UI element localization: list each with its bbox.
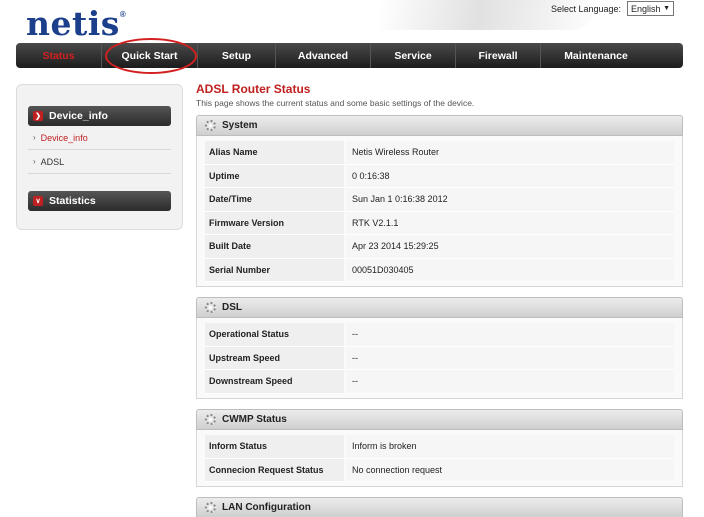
section-body: Alias Name Netis Wireless Router Uptime 0 … [196,136,683,287]
section-title: LAN Configuration [222,502,311,513]
row-label: Alias Name [205,141,344,165]
row-label: Built Date [205,235,344,259]
nav-firewall[interactable]: Firewall [456,43,541,68]
bullet-icon: › [33,157,36,166]
page-title: ADSL Router Status [196,82,311,96]
table-row: Downstream Speed -- [205,370,674,394]
sidebar-item-device-info[interactable]: › Device_info [28,126,171,150]
sidebar-item-label: ADSL [40,156,65,167]
row-value: RTK V2.1.1 [346,211,674,235]
nav-advanced[interactable]: Advanced [276,43,371,68]
section-title: CWMP Status [222,414,287,425]
section-title: System [222,120,258,131]
row-value: 00051D030405 [346,258,674,282]
table-row: Upstream Speed -- [205,346,674,370]
sidebar-item-adsl[interactable]: › ADSL [28,150,171,174]
section-system: System Alias Name Netis Wireless Router U… [196,115,683,287]
table-row: Alias Name Netis Wireless Router [205,141,674,165]
section-header: DSL [196,297,683,318]
chevron-down-icon: ∨ [33,196,43,206]
sidebar-group-statistics[interactable]: ∨ Statistics [28,191,171,211]
nav-maintenance[interactable]: Maintenance [541,43,651,68]
nav-quick-start[interactable]: Quick Start [102,43,198,68]
sidebar-group-label: Statistics [49,195,96,207]
section-header: LAN Configuration [196,497,683,517]
table-row: Date/Time Sun Jan 1 0:16:38 2012 [205,188,674,212]
sidebar-group-device-info[interactable]: ❯ Device_info [28,106,171,126]
main-content: ADSL Router Status This page shows the c… [196,82,683,108]
row-label: Operational Status [205,323,344,347]
row-label: Upstream Speed [205,346,344,370]
language-selector: Select Language: English ▼ [551,1,674,16]
section-cwmp-status: CWMP Status Inform Status Inform is broke… [196,409,683,487]
table-row: Connecion Request Status No connection re… [205,458,674,482]
row-value: Inform is broken [346,435,674,459]
chevron-right-icon: ❯ [33,111,43,121]
row-value: No connection request [346,458,674,482]
language-label: Select Language: [550,3,621,14]
chevron-down-icon: ▼ [663,5,670,12]
sidebar-group-label: Device_info [49,110,108,122]
gear-icon [205,302,216,313]
row-value: -- [346,346,674,370]
section-lan-configuration: LAN Configuration [196,497,683,517]
row-value: 0 0:16:38 [346,164,674,188]
row-label: Serial Number [205,258,344,282]
row-label: Uptime [205,164,344,188]
section-header: System [196,115,683,136]
section-body: Operational Status -- Upstream Speed -- Do… [196,318,683,399]
netis-logo: netis® [26,4,127,43]
gear-icon [205,120,216,131]
row-value: Netis Wireless Router [346,141,674,165]
sidebar-item-label: Device_info [40,132,88,143]
row-label: Inform Status [205,435,344,459]
table-row: Uptime 0 0:16:38 [205,164,674,188]
row-label: Downstream Speed [205,370,344,394]
nav-setup[interactable]: Setup [198,43,276,68]
section-body: Inform Status Inform is broken Connecion … [196,430,683,487]
language-selected-value: English [631,3,661,14]
nav-status[interactable]: Status [16,43,102,68]
gear-icon [205,502,216,513]
section-header: CWMP Status [196,409,683,430]
table-row: Built Date Apr 23 2014 15:29:25 [205,235,674,259]
row-value: Apr 23 2014 15:29:25 [346,235,674,259]
row-value: -- [346,323,674,347]
row-label: Firmware Version [205,211,344,235]
section-title: DSL [222,302,242,313]
page-description: This page shows the current status and s… [196,98,475,108]
row-label: Connecion Request Status [205,458,344,482]
row-label: Date/Time [205,188,344,212]
row-value: -- [346,370,674,394]
main-nav: Status Quick Start Setup Advanced Servic… [16,43,683,68]
row-value: Sun Jan 1 0:16:38 2012 [346,188,674,212]
language-select[interactable]: English ▼ [627,1,674,16]
section-dsl: DSL Operational Status -- Upstream Speed -… [196,297,683,399]
bullet-icon: › [33,133,36,142]
table-row: Operational Status -- [205,323,674,347]
table-row: Serial Number 00051D030405 [205,258,674,282]
gear-icon [205,414,216,425]
sidebar: ❯ Device_info › Device_info › ADSL ∨ Sta… [16,84,183,230]
table-row: Inform Status Inform is broken [205,435,674,459]
nav-service[interactable]: Service [371,43,456,68]
table-row: Firmware Version RTK V2.1.1 [205,211,674,235]
